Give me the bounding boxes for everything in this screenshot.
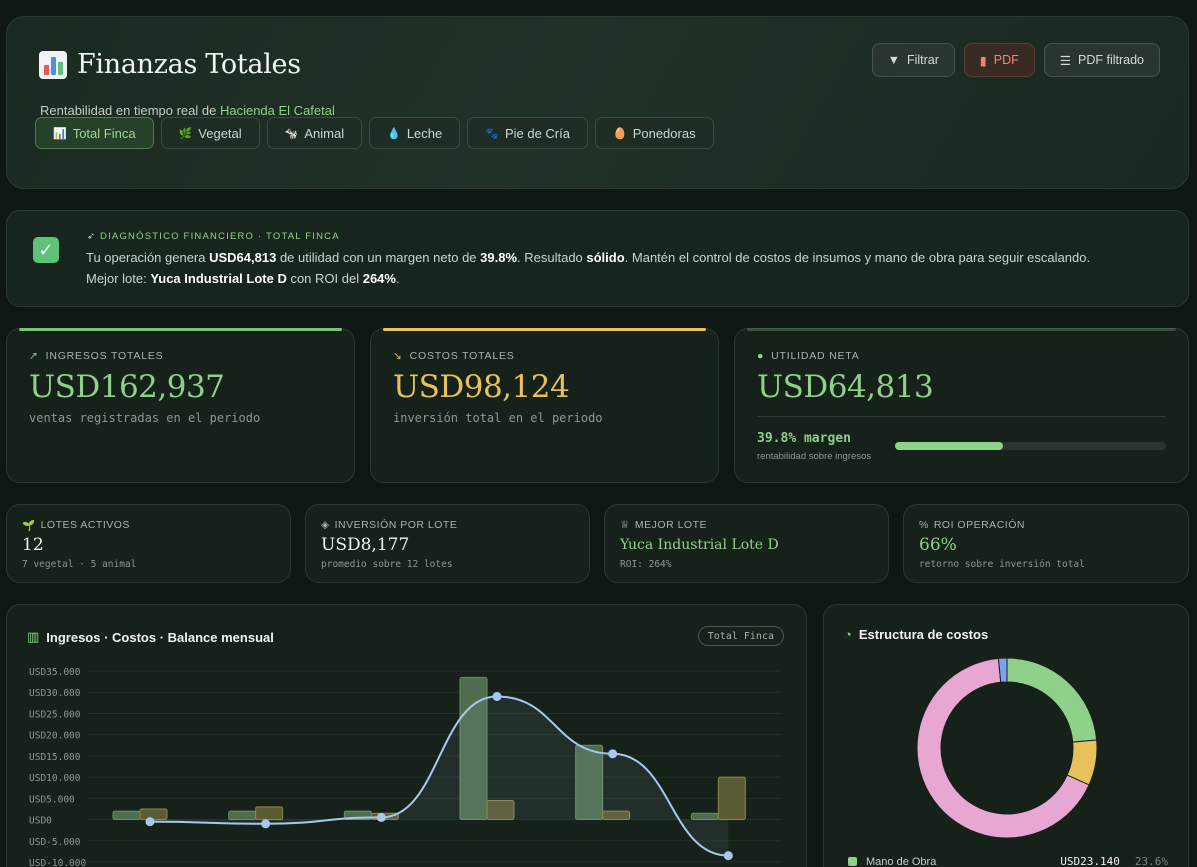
diagnostic-text: Tu operación genera USD64,813 de utilida… bbox=[86, 250, 1091, 286]
balance-point bbox=[492, 691, 502, 701]
donut-slice[interactable] bbox=[1006, 657, 1098, 743]
balance-point bbox=[608, 749, 618, 759]
cost-structure-card: ◔ Estructura de costos Mano de Obra USD23… bbox=[823, 604, 1189, 867]
balance-point bbox=[261, 819, 271, 829]
header-panel: Finanzas Totales Rentabilidad en tiempo … bbox=[6, 16, 1189, 189]
y-tick-label: USD5.000 bbox=[29, 794, 75, 805]
income-bar bbox=[112, 810, 141, 821]
y-tick-label: USD30.000 bbox=[29, 688, 81, 699]
tab-animal[interactable]: 🐄 Animal bbox=[266, 117, 363, 149]
tab-total-finca[interactable]: 📊 Total Finca bbox=[35, 117, 154, 149]
kpi-income-sub: ventas registradas en el periodo bbox=[29, 411, 261, 425]
farm-name: Hacienda El Cafetal bbox=[219, 103, 335, 118]
margin-progress-bar bbox=[895, 442, 1166, 450]
balance-point bbox=[376, 812, 386, 822]
trophy-icon: ♕ bbox=[620, 519, 630, 531]
balance-point bbox=[145, 817, 155, 827]
y-tick-label: USD10.000 bbox=[29, 773, 81, 784]
income-bar bbox=[228, 810, 257, 821]
tab-bar: 📊 Total Finca 🌿 Vegetal 🐄 Animal 💧 Leche 🐾 Pie de… bbox=[35, 117, 714, 149]
margin-value: 39.8% margen bbox=[757, 431, 851, 446]
kpi-income-value: USD162,937 bbox=[29, 369, 225, 405]
kpi-investment-card: ◈ INVERSIÓN POR LOTE USD8,177 promedio so… bbox=[305, 504, 590, 583]
cost-donut-chart bbox=[916, 657, 1098, 839]
bar-chart-icon bbox=[39, 50, 67, 79]
header-actions: ▼ Filtrar ▮ PDF ☰ PDF filtrado bbox=[871, 43, 1160, 77]
tab-vegetal[interactable]: 🌿 Vegetal bbox=[160, 117, 260, 149]
percent-icon: % bbox=[919, 519, 929, 531]
pdf-file-icon: ▮ bbox=[979, 53, 987, 68]
balance-area bbox=[150, 696, 729, 856]
diagnostic-label: ➶ DIAGNÓSTICO FINANCIERO · TOTAL FINCA bbox=[87, 231, 340, 242]
cost-bar bbox=[255, 806, 284, 821]
y-tick-label: USD25.000 bbox=[29, 709, 81, 720]
kpi-costs-value: USD98,124 bbox=[393, 369, 570, 405]
income-bar bbox=[690, 812, 719, 821]
tab-leche[interactable]: 💧 Leche bbox=[369, 117, 461, 149]
leaf-icon: 🌿 bbox=[178, 127, 193, 140]
balance-point bbox=[723, 851, 733, 861]
kpi-roi-card: % ROI OPERACIÓN 66% retorno sobre inversi… bbox=[903, 504, 1189, 583]
sprout-icon: 🌱 bbox=[22, 520, 36, 532]
y-tick-label: USD15.000 bbox=[29, 752, 81, 763]
kpi-lots-card: 🌱 LOTES ACTIVOS 12 7 vegetal · 5 animal bbox=[6, 504, 291, 583]
drop-icon: 💧 bbox=[387, 127, 401, 140]
kpi-costs-card: ↘ COSTOS TOTALES USD98,124 inversión tota… bbox=[370, 328, 719, 483]
cow-icon: 🐄 bbox=[284, 127, 299, 140]
checkmark-icon: ✓ bbox=[33, 237, 59, 263]
pdf-button[interactable]: ▮ PDF bbox=[963, 43, 1035, 77]
pin-icon: ➶ bbox=[87, 231, 97, 242]
tab-ponedoras[interactable]: 🥚 Ponedoras bbox=[594, 117, 714, 149]
y-tick-label: USD0 bbox=[29, 816, 52, 827]
paw-icon: 🐾 bbox=[485, 127, 499, 140]
kpi-net-card: ● UTILIDAD NETA USD64,813 39.8% margen re… bbox=[734, 328, 1189, 483]
legend-item: Mano de Obra USD23.140 23.6% bbox=[848, 855, 1168, 867]
pdf-filtered-button[interactable]: ☰ PDF filtrado bbox=[1043, 43, 1160, 77]
layers-icon: ◈ bbox=[321, 519, 330, 531]
chart-icon: ▥ bbox=[27, 629, 40, 644]
sliders-icon: ☰ bbox=[1059, 53, 1071, 68]
filter-button[interactable]: ▼ Filtrar bbox=[871, 43, 955, 77]
page-title: Finanzas Totales bbox=[39, 49, 301, 80]
monthly-chart-card: USD35.000 USD30.000 USD25.000 USD20.000 USD1… bbox=[6, 604, 807, 867]
y-tick-label: USD20.000 bbox=[29, 731, 81, 742]
cost-bar bbox=[139, 808, 168, 821]
tab-pie-de-cría[interactable]: 🐾 Pie de Cría bbox=[467, 117, 588, 149]
page-subtitle: Rentabilidad en tiempo real de Hacienda … bbox=[40, 103, 335, 118]
cost-bar bbox=[717, 776, 746, 821]
trend-up-icon: ↗ bbox=[29, 350, 39, 362]
page-title-text: Finanzas Totales bbox=[77, 49, 301, 80]
kpi-costs-sub: inversión total en el periodo bbox=[393, 411, 603, 425]
margin-sub: rentabilidad sobre ingresos bbox=[757, 451, 872, 462]
diagnostic-panel: ✓ ➶ DIAGNÓSTICO FINANCIERO · TOTAL FINCA… bbox=[6, 210, 1189, 307]
kpi-best-lot-card: ♕ MEJOR LOTE Yuca Industrial Lote D ROI: … bbox=[604, 504, 889, 583]
chart-scope-badge[interactable]: Total Finca bbox=[697, 626, 784, 646]
kpi-income-card: ↗ INGRESOS TOTALES USD162,937 ventas regi… bbox=[6, 328, 355, 483]
pie-chart-icon: ◔ bbox=[844, 627, 852, 642]
y-tick-label: USD-5.000 bbox=[29, 837, 81, 848]
y-tick-label: USD35.000 bbox=[29, 667, 81, 678]
y-tick-label: USD-10.000 bbox=[29, 858, 86, 867]
piggy-bank-icon: ● bbox=[757, 350, 765, 362]
filter-icon: ▼ bbox=[887, 53, 900, 67]
egg-icon: 🥚 bbox=[612, 127, 627, 140]
chart-icon: 📊 bbox=[53, 127, 67, 140]
trend-down-icon: ↘ bbox=[393, 350, 403, 362]
kpi-net-value: USD64,813 bbox=[757, 369, 934, 405]
